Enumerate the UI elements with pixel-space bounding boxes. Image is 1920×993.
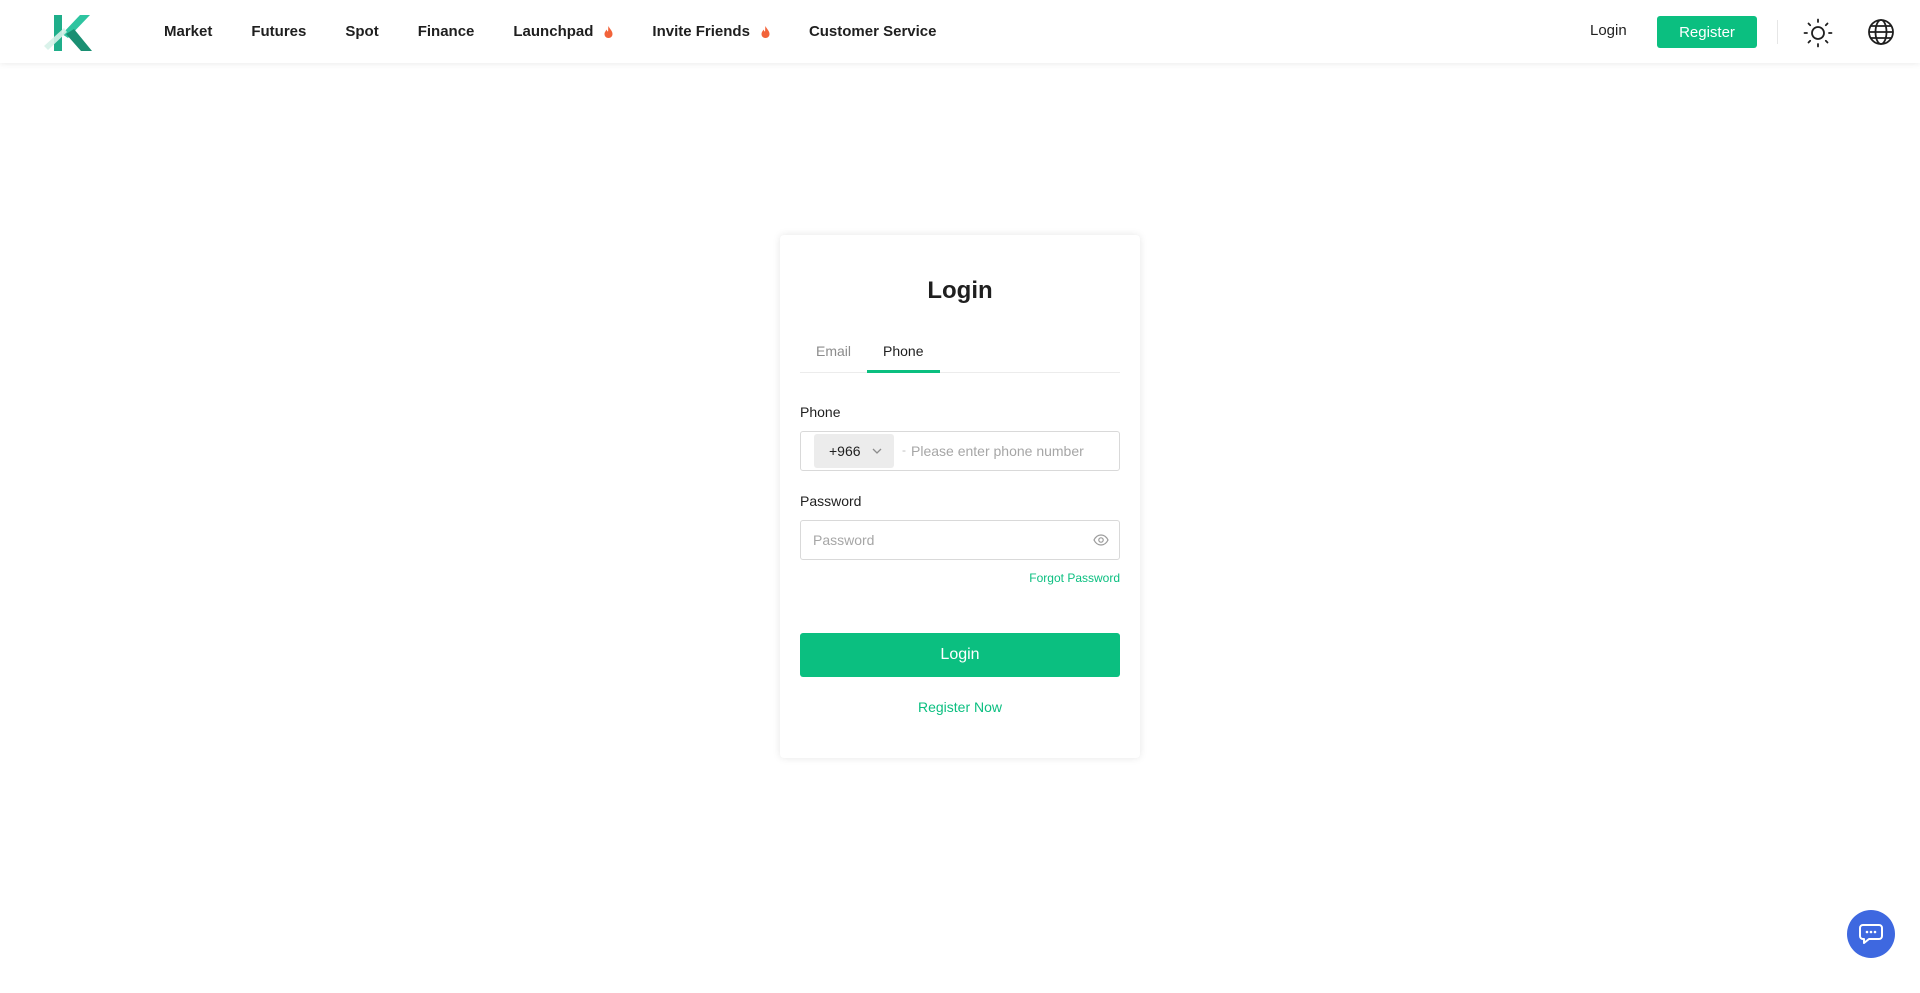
- globe-icon[interactable]: [1867, 18, 1895, 46]
- nav-market[interactable]: Market: [164, 23, 212, 40]
- header-divider: [1777, 20, 1778, 44]
- login-method-tabs: Email Phone: [800, 331, 1120, 373]
- nav-invite-friends[interactable]: Invite Friends: [652, 23, 770, 40]
- page-title: Login: [927, 277, 993, 304]
- nav-finance[interactable]: Finance: [418, 23, 475, 40]
- fire-icon: [604, 25, 613, 38]
- main-nav: Market Futures Spot Finance Launchpad In…: [164, 0, 976, 63]
- phone-label: Phone: [800, 404, 841, 420]
- k-logo-icon[interactable]: [40, 12, 96, 54]
- top-header: Market Futures Spot Finance Launchpad In…: [0, 0, 1920, 63]
- password-field: [800, 520, 1120, 560]
- login-card: Login Email Phone Phone +966 - Password …: [780, 235, 1140, 758]
- chat-support-button[interactable]: [1847, 910, 1895, 958]
- nav-spot-label: Spot: [345, 23, 379, 40]
- nav-spot[interactable]: Spot: [345, 23, 378, 40]
- chat-bubble-icon: [1859, 924, 1883, 944]
- nav-futures[interactable]: Futures: [251, 23, 306, 40]
- header-register-button[interactable]: Register: [1657, 16, 1757, 48]
- register-now-link[interactable]: Register Now: [780, 699, 1140, 715]
- country-code-value: +966: [829, 443, 861, 459]
- forgot-password-link[interactable]: Forgot Password: [1029, 571, 1120, 585]
- country-code-select[interactable]: +966: [814, 434, 894, 468]
- code-separator: -: [902, 443, 906, 457]
- tab-phone[interactable]: Phone: [883, 343, 923, 359]
- tab-email[interactable]: Email: [816, 343, 851, 359]
- phone-field: +966 -: [800, 431, 1120, 471]
- nav-customer-service-label: Customer Service: [808, 23, 937, 40]
- nav-invite-friends-label: Invite Friends: [652, 23, 750, 40]
- header-login-link[interactable]: Login: [1590, 22, 1627, 39]
- active-tab-indicator: [867, 370, 940, 373]
- nav-market-label: Market: [164, 23, 213, 40]
- password-input[interactable]: [813, 524, 1073, 556]
- nav-futures-label: Futures: [251, 23, 307, 40]
- password-label: Password: [800, 493, 862, 509]
- phone-input[interactable]: [911, 435, 1111, 467]
- nav-finance-label: Finance: [417, 23, 475, 40]
- login-button[interactable]: Login: [800, 633, 1120, 677]
- sun-icon[interactable]: [1803, 18, 1833, 48]
- nav-launchpad[interactable]: Launchpad: [513, 23, 613, 40]
- eye-icon[interactable]: [1093, 533, 1109, 547]
- chevron-down-icon: [872, 448, 882, 454]
- nav-launchpad-label: Launchpad: [513, 23, 594, 40]
- nav-customer-service[interactable]: Customer Service: [809, 23, 937, 40]
- fire-icon: [761, 25, 770, 38]
